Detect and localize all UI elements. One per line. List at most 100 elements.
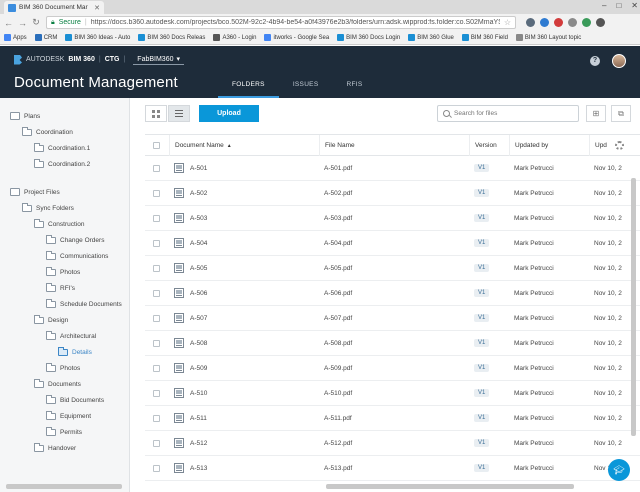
table-row[interactable]: A-509 A-509.pdf V1 Mark Petrucci Nov 10, 2	[145, 356, 640, 381]
bookmark-item[interactable]: BIM 360 Glue	[408, 34, 454, 41]
sidebar-item-sync-folders[interactable]: Sync Folders	[22, 200, 74, 216]
file-name-cell[interactable]: A-502.pdf	[319, 181, 352, 205]
document-name-cell[interactable]: A-512	[169, 431, 207, 455]
bookmark-item[interactable]: BIM 360 Docs Releas	[138, 34, 205, 41]
version-cell[interactable]: V1	[469, 356, 490, 380]
sidebar-item-details[interactable]: Details	[58, 344, 92, 360]
version-cell[interactable]: V1	[469, 181, 490, 205]
row-checkbox[interactable]	[153, 364, 160, 372]
table-row[interactable]: A-510 A-510.pdf V1 Mark Petrucci Nov 10, 2	[145, 381, 640, 406]
sidebar-item-communications[interactable]: Communications	[46, 248, 108, 264]
column-header-version[interactable]: Version	[469, 135, 509, 156]
sidebar-item-photos[interactable]: Photos	[46, 360, 80, 376]
column-header-updated-by[interactable]: Updated by	[509, 135, 589, 156]
table-row[interactable]: A-506 A-506.pdf V1 Mark Petrucci Nov 10, 2	[145, 281, 640, 306]
sidebar-item-change-orders[interactable]: Change Orders	[46, 232, 104, 248]
table-row[interactable]: A-505 A-505.pdf V1 Mark Petrucci Nov 10, 2	[145, 256, 640, 281]
learning-help-button[interactable]: 🎓︎	[608, 459, 630, 481]
menu-icon[interactable]	[596, 18, 605, 27]
list-view-button[interactable]	[168, 105, 190, 122]
document-name-cell[interactable]: A-507	[169, 306, 207, 330]
sidebar-item-coordination-2[interactable]: Coordination.2	[34, 156, 90, 172]
sidebar-item-construction[interactable]: Construction	[34, 216, 85, 232]
bookmark-item[interactable]: Apps	[4, 34, 27, 41]
version-cell[interactable]: V1	[469, 456, 490, 480]
document-name-cell[interactable]: A-508	[169, 331, 207, 355]
maximize-icon[interactable]: □	[616, 1, 621, 10]
version-cell[interactable]: V1	[469, 156, 490, 180]
document-name-cell[interactable]: A-509	[169, 356, 207, 380]
sidebar-item-design[interactable]: Design	[34, 312, 68, 328]
document-name-cell[interactable]: A-504	[169, 231, 207, 255]
sidebar-item-schedule-documents[interactable]: Schedule Documents	[46, 296, 122, 312]
url-field[interactable]: 🔒︎ Secure | https://docs.b360.autodesk.c…	[46, 16, 516, 29]
sidebar-item-bid-documents[interactable]: Bid Documents	[46, 392, 104, 408]
document-name-cell[interactable]: A-502	[169, 181, 207, 205]
sidebar-item-permits[interactable]: Permits	[46, 424, 82, 440]
document-name-cell[interactable]: A-510	[169, 381, 207, 405]
close-icon[interactable]: ✕	[94, 4, 100, 12]
document-name-cell[interactable]: A-506	[169, 281, 207, 305]
table-row[interactable]: A-511 A-511.pdf V1 Mark Petrucci Nov 10, 2	[145, 406, 640, 431]
row-checkbox[interactable]	[153, 214, 160, 222]
row-checkbox[interactable]	[153, 189, 160, 197]
sidebar-item-equipment[interactable]: Equipment	[46, 408, 91, 424]
search-input[interactable]	[454, 110, 573, 117]
sidebar-item-rfi-s[interactable]: RFI's	[46, 280, 75, 296]
table-row[interactable]: A-508 A-508.pdf V1 Mark Petrucci Nov 10, 2	[145, 331, 640, 356]
version-cell[interactable]: V1	[469, 406, 490, 430]
new-folder-button[interactable]: ⊞	[586, 105, 606, 122]
back-icon[interactable]: ←	[4, 18, 13, 28]
file-name-cell[interactable]: A-504.pdf	[319, 231, 352, 255]
more-actions-button[interactable]: ⧉	[611, 105, 631, 122]
browser-tab[interactable]: BIM 360 Document Mar ✕	[4, 1, 104, 14]
bookmark-item[interactable]: BIM 360 Docs Login	[337, 34, 400, 41]
file-name-cell[interactable]: A-503.pdf	[319, 206, 352, 230]
version-cell[interactable]: V1	[469, 256, 490, 280]
extension-icon[interactable]	[582, 18, 591, 27]
vertical-scrollbar[interactable]	[631, 178, 636, 436]
table-row[interactable]: A-513A-513.pdfV1Mark PetrucciNov 10, 2	[145, 456, 640, 481]
tab-rfis[interactable]: RFIS	[332, 76, 376, 98]
sidebar-item-architectural[interactable]: Architectural	[46, 328, 96, 344]
file-name-cell[interactable]: A-513.pdf	[319, 456, 352, 480]
search-box[interactable]	[437, 105, 579, 122]
sidebar-horizontal-scrollbar[interactable]	[6, 484, 122, 489]
table-row[interactable]: A-504 A-504.pdf V1 Mark Petrucci Nov 10, 2	[145, 231, 640, 256]
row-checkbox[interactable]	[153, 164, 160, 172]
sidebar-item-coordination-1[interactable]: Coordination.1	[34, 140, 90, 156]
column-header-file-name[interactable]: File Name	[319, 135, 469, 156]
row-checkbox[interactable]	[153, 339, 160, 347]
version-cell[interactable]: V1	[469, 331, 490, 355]
file-name-cell[interactable]: A-505.pdf	[319, 256, 352, 280]
file-name-cell[interactable]: A-501.pdf	[319, 156, 352, 180]
row-checkbox[interactable]	[153, 414, 160, 422]
sidebar-item-project-files[interactable]: Project Files	[10, 184, 60, 200]
extension-icon[interactable]	[526, 18, 535, 27]
row-checkbox[interactable]	[153, 314, 160, 322]
file-name-cell[interactable]: A-509.pdf	[319, 356, 352, 380]
sidebar-item-photos[interactable]: Photos	[46, 264, 80, 280]
file-name-cell[interactable]: A-507.pdf	[319, 306, 352, 330]
row-checkbox[interactable]	[153, 264, 160, 272]
version-cell[interactable]: V1	[469, 281, 490, 305]
version-cell[interactable]: V1	[469, 231, 490, 255]
bookmark-item[interactable]: BIM 360 Layout topic	[515, 34, 581, 41]
bookmark-item[interactable]: itworks - Google Sea	[264, 34, 329, 41]
table-row[interactable]: A-501 A-501.pdf V1 Mark Petrucci Nov 10, 2	[145, 156, 640, 181]
minimize-icon[interactable]: –	[602, 1, 606, 10]
document-name-cell[interactable]: A-513	[169, 456, 207, 480]
tab-folders[interactable]: FOLDERS	[218, 76, 279, 98]
row-checkbox[interactable]	[153, 439, 160, 447]
version-cell[interactable]: V1	[469, 306, 490, 330]
row-checkbox[interactable]	[153, 239, 160, 247]
upload-button[interactable]: Upload	[199, 105, 259, 122]
sidebar-item-handover[interactable]: Handover	[34, 440, 76, 456]
window-close-icon[interactable]: ✕	[631, 1, 638, 10]
row-checkbox[interactable]	[153, 464, 160, 472]
horizontal-scrollbar[interactable]	[326, 484, 574, 489]
row-checkbox[interactable]	[153, 289, 160, 297]
document-name-cell[interactable]: A-501	[169, 156, 207, 180]
file-name-cell[interactable]: A-510.pdf	[319, 381, 352, 405]
document-name-cell[interactable]: A-503	[169, 206, 207, 230]
